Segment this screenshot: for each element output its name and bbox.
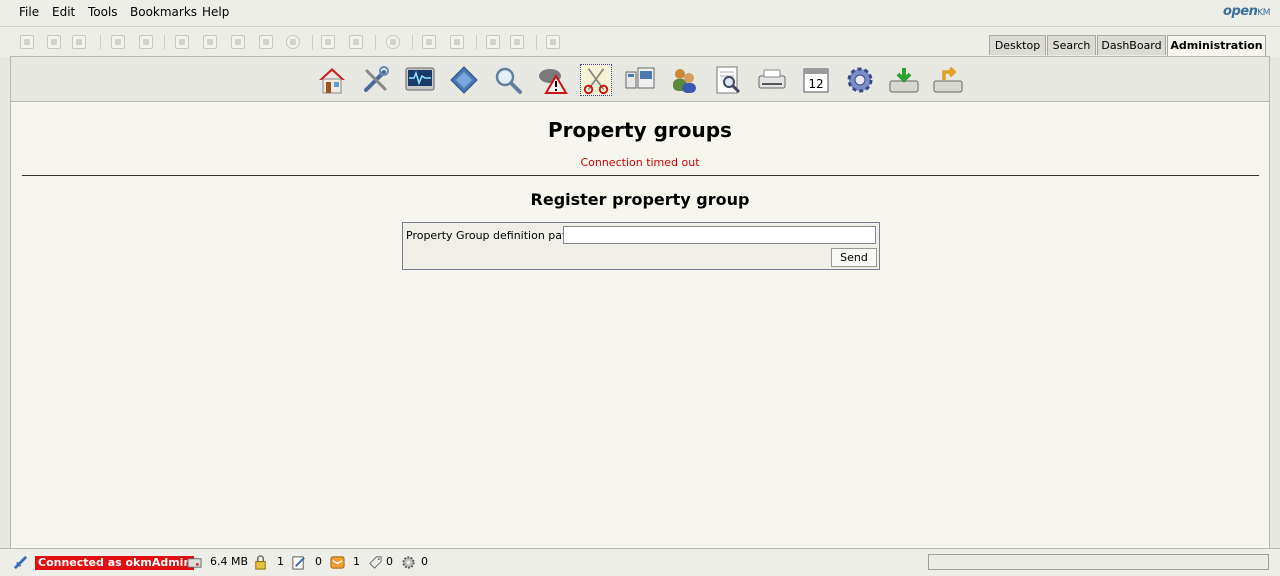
openkm-logo: openKM — [1223, 4, 1270, 19]
toolbar-separator — [476, 35, 477, 50]
menu-file[interactable]: File — [19, 5, 39, 19]
menu-tools[interactable]: Tools — [88, 5, 118, 19]
calendar-day: 12 — [808, 77, 823, 91]
page-title: Property groups — [548, 118, 732, 142]
user-groups-icon[interactable] — [668, 64, 700, 96]
mail-icon[interactable] — [330, 555, 345, 570]
checkout-count: 0 — [315, 555, 322, 568]
settings-icon[interactable] — [386, 35, 400, 49]
mail-icon[interactable] — [321, 35, 335, 49]
admin-toolbar: 12 — [10, 56, 1270, 102]
tab-administration[interactable]: Administration — [1167, 35, 1266, 56]
logo-suffix-text: KM — [1257, 8, 1270, 18]
connection-icon — [13, 555, 28, 570]
checkout-icon[interactable] — [291, 555, 306, 570]
search-icon[interactable] — [492, 64, 524, 96]
calendar-icon[interactable]: 12 — [800, 64, 832, 96]
image-document-icon[interactable] — [203, 35, 217, 49]
toolbar-separator — [100, 35, 101, 50]
import-icon[interactable] — [888, 64, 920, 96]
edit-document-icon[interactable] — [72, 35, 86, 49]
new-document-icon[interactable] — [175, 35, 189, 49]
connected-user-badge: Connected as okmAdmin — [35, 556, 195, 570]
alert-icon[interactable] — [536, 64, 568, 96]
status-bar: Connected as okmAdmin 6.4 MB 1 0 1 0 0 — [0, 548, 1280, 576]
tasks-gear-icon[interactable] — [401, 555, 416, 570]
print-icon[interactable] — [546, 35, 560, 49]
error-message: Connection timed out — [580, 156, 700, 169]
toolbar-separator — [375, 35, 376, 50]
tab-dashboard[interactable]: DashBoard — [1097, 35, 1166, 55]
definition-path-input[interactable] — [563, 226, 876, 244]
copy-icon[interactable] — [450, 35, 464, 49]
mail-count: 1 — [353, 555, 360, 568]
unlock-icon[interactable] — [139, 35, 153, 49]
document-search-icon[interactable] — [712, 64, 744, 96]
home-icon[interactable] — [510, 35, 524, 49]
disk-usage-icon — [187, 558, 202, 568]
register-form: Property Group definition path Send — [402, 222, 880, 270]
workspace-tabs: Desktop Search DashBoard Administration — [989, 35, 1266, 56]
workflow-icon[interactable] — [448, 64, 480, 96]
home-icon[interactable] — [316, 64, 348, 96]
move-icon[interactable] — [422, 35, 436, 49]
create-folder-icon[interactable] — [20, 35, 34, 49]
tools-icon[interactable] — [360, 64, 392, 96]
memory-usage: 6.4 MB — [210, 555, 249, 568]
lock-icon[interactable] — [111, 35, 125, 49]
gear-icon[interactable] — [844, 64, 876, 96]
export-icon[interactable] — [932, 64, 964, 96]
menu-edit[interactable]: Edit — [52, 5, 75, 19]
scanner-icon[interactable] — [756, 64, 788, 96]
toolbar-separator — [164, 35, 165, 50]
divider — [22, 175, 1259, 176]
delete-icon[interactable] — [286, 35, 300, 49]
add-document-icon[interactable] — [47, 35, 61, 49]
send-button[interactable]: Send — [831, 248, 877, 267]
menu-help[interactable]: Help — [202, 5, 229, 19]
subscription-count: 0 — [386, 555, 393, 568]
document-icon[interactable] — [259, 35, 273, 49]
toolbar-separator — [312, 35, 313, 50]
locked-count: 1 — [277, 555, 284, 568]
main-content: Property groups Connection timed out Reg… — [10, 102, 1270, 548]
subscription-icon[interactable] — [368, 555, 383, 570]
users-icon[interactable] — [624, 64, 656, 96]
menu-bookmarks[interactable]: Bookmarks — [130, 5, 197, 19]
toolbar-separator — [536, 35, 537, 50]
toolbar-separator — [412, 35, 413, 50]
blank-document-icon[interactable] — [231, 35, 245, 49]
tasks-count: 0 — [421, 555, 428, 568]
tab-search[interactable]: Search — [1047, 35, 1096, 55]
monitor-icon[interactable] — [404, 64, 436, 96]
section-title: Register property group — [530, 190, 750, 209]
lock-icon[interactable] — [253, 555, 268, 570]
scissors-icon[interactable] — [580, 64, 612, 96]
refresh-icon[interactable] — [486, 35, 500, 49]
logo-main-text: open — [1223, 4, 1258, 19]
progress-bar — [928, 554, 1269, 570]
definition-path-label: Property Group definition path — [406, 229, 574, 242]
tab-desktop[interactable]: Desktop — [989, 35, 1046, 55]
menu-bar: File Edit Tools Bookmarks Help openKM — [0, 0, 1280, 27]
mail-forward-icon[interactable] — [349, 35, 363, 49]
